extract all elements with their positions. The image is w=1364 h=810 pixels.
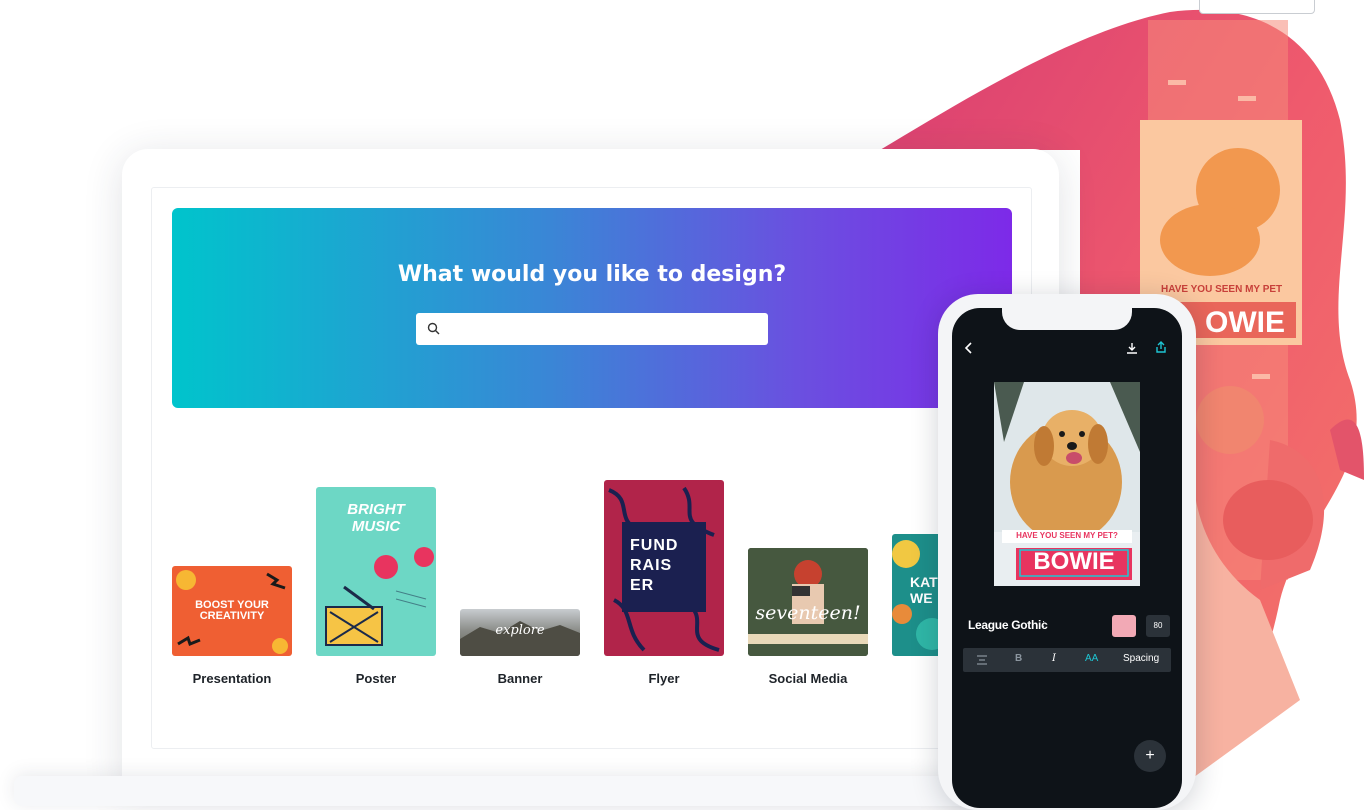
text-color-swatch[interactable]	[1112, 615, 1136, 637]
share-icon[interactable]	[1155, 340, 1167, 354]
phone-notch	[1002, 308, 1132, 330]
font-family-picker[interactable]: League Gothic	[968, 618, 1048, 632]
poster-caption: HAVE YOU SEEN MY PET?	[1016, 531, 1118, 540]
phone-mockup: HAVE YOU SEEN MY PET? BOWIE League Gothi…	[938, 294, 1196, 810]
text-format-toolbar: B I AA Spacing	[963, 648, 1171, 672]
back-chevron-icon[interactable]	[964, 342, 974, 354]
bold-button[interactable]: B	[1015, 653, 1022, 664]
design-type-label-flyer[interactable]: Flyer	[594, 671, 734, 686]
poster-name: BOWIE	[1033, 548, 1115, 575]
social-media-thumb-text: seventeen!	[755, 602, 861, 624]
design-type-presentation[interactable]: BOOST YOUR CREATIVITY	[172, 566, 292, 656]
laptop-base	[14, 776, 1074, 806]
align-center-icon[interactable]	[976, 655, 988, 665]
search-icon	[427, 322, 440, 335]
presentation-thumb-text: BOOST YOUR CREATIVITY	[195, 599, 269, 622]
design-type-label-poster[interactable]: Poster	[306, 671, 446, 686]
laptop-mockup: What would you like to design? BOOST YOU…	[122, 149, 1059, 789]
design-search-hero: What would you like to design?	[172, 208, 1012, 408]
font-picker-caret-icon[interactable]: :	[1042, 618, 1045, 630]
design-type-banner[interactable]: explore	[460, 609, 580, 656]
header-button[interactable]	[1199, 0, 1315, 14]
add-element-button[interactable]: +	[1134, 740, 1166, 772]
spacing-button[interactable]: Spacing	[1123, 653, 1159, 664]
text-case-button[interactable]: AA	[1085, 653, 1098, 664]
design-type-label-banner[interactable]: Banner	[450, 671, 590, 686]
design-type-flyer[interactable]: FUND RAIS ER	[604, 480, 724, 656]
banner-thumb-text: explore	[495, 623, 545, 638]
design-type-label-presentation[interactable]: Presentation	[162, 671, 302, 686]
download-icon[interactable]	[1126, 342, 1138, 354]
background-poster-name: OWIE	[1205, 306, 1285, 339]
laptop-screen: What would you like to design? BOOST YOU…	[151, 187, 1032, 749]
font-size-input[interactable]: 80	[1146, 615, 1170, 637]
design-type-social-media[interactable]: seventeen!	[748, 548, 868, 656]
poster-thumb-text: BRIGHT MUSIC	[347, 501, 405, 535]
flyer-thumb-text: FUND RAIS ER	[630, 537, 679, 594]
design-type-poster[interactable]: BRIGHT MUSIC	[316, 487, 436, 656]
design-search-input[interactable]	[416, 313, 768, 345]
phone-screen: HAVE YOU SEEN MY PET? BOWIE League Gothi…	[952, 308, 1182, 808]
hero-title: What would you like to design?	[397, 262, 787, 287]
pet-poster-design[interactable]: HAVE YOU SEEN MY PET? BOWIE	[994, 382, 1140, 586]
italic-button[interactable]: I	[1052, 653, 1056, 664]
background-poster-caption: HAVE YOU SEEN MY PET	[1161, 284, 1282, 295]
design-type-label-social-media[interactable]: Social Media	[738, 671, 878, 686]
